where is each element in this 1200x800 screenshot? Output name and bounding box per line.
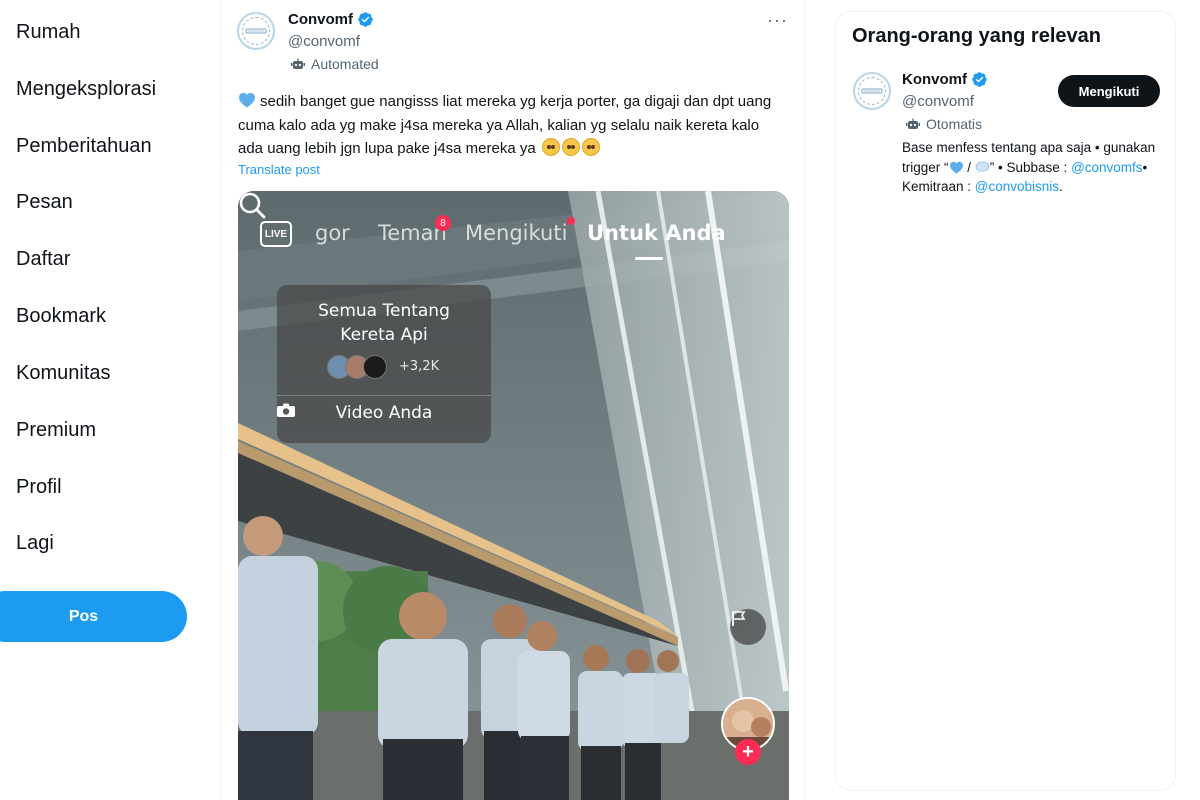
relevant-people-card: Orang-orang yang relevan Konvomf @convom… [835, 11, 1176, 791]
bot-icon [906, 118, 920, 129]
automated-label-row: Otomatis [906, 116, 982, 132]
nav-item-more[interactable]: Lagi [16, 532, 54, 555]
notification-badge: 8 [435, 215, 451, 231]
tiktok-tabs: gor Teman Mengikuti Untuk Anda [238, 221, 789, 261]
your-video-row: Video Anda [277, 403, 491, 423]
relevant-name-row[interactable]: Konvomf [902, 71, 988, 88]
left-navigation: Rumah Mengeksplorasi Pemberitahuan Pesan… [0, 0, 220, 800]
post-media-video[interactable]: LIVE gor Teman Mengikuti Untuk Anda 8 Se… [238, 191, 789, 800]
nav-item-communities[interactable]: Komunitas [16, 362, 111, 385]
blue-heart-icon [949, 161, 963, 174]
nav-item-explore[interactable]: Mengeksplorasi [16, 78, 156, 101]
author-avatar[interactable] [237, 12, 275, 50]
post-text: sedih banget gue nangisss liat mereka yg… [238, 90, 778, 161]
train-platform-scene [238, 191, 789, 800]
tiktok-tab-untuk-anda: Untuk Anda [587, 221, 726, 245]
relevant-bio: Base menfess tentang apa saja • gunakan … [902, 140, 1156, 194]
nav-item-notifications[interactable]: Pemberitahuan [16, 135, 152, 158]
nav-item-premium[interactable]: Premium [16, 419, 96, 442]
topic-title: Semua Tentang Kereta Api [318, 301, 450, 345]
camera-icon [277, 403, 295, 417]
pleading-face-icon [561, 138, 580, 156]
new-content-dot [567, 217, 575, 225]
nav-item-bookmarks[interactable]: Bookmark [16, 305, 106, 328]
topic-avatar [363, 355, 387, 379]
verified-badge-icon [972, 72, 987, 87]
automated-label-row: Automated [291, 56, 379, 72]
bot-icon [291, 58, 305, 69]
blue-heart-icon [239, 92, 255, 108]
nav-item-lists[interactable]: Daftar [16, 248, 70, 271]
avatar-logo-icon [242, 17, 270, 45]
tiktok-tab-partial: gor [315, 221, 350, 245]
partnership-link[interactable]: @convobisnis [975, 179, 1059, 194]
relevant-handle[interactable]: @convomf [902, 93, 974, 110]
flag-icon [730, 609, 766, 645]
author-name-row[interactable]: Convomf [288, 11, 374, 28]
automated-label: Otomatis [926, 116, 983, 132]
translate-post-link[interactable]: Translate post [238, 162, 320, 177]
pleading-face-icon [541, 138, 560, 156]
author-name[interactable]: Convomf [288, 11, 353, 28]
search-icon [239, 192, 266, 219]
verified-badge-icon [358, 12, 373, 27]
more-options-icon[interactable]: ··· [767, 10, 788, 31]
follow-plus-icon: + [735, 739, 761, 765]
topic-avatars [327, 355, 387, 379]
speech-bubble-icon [975, 161, 990, 173]
relevant-name[interactable]: Konvomf [902, 71, 967, 88]
nav-item-messages[interactable]: Pesan [16, 191, 73, 214]
your-video-label: Video Anda [335, 403, 433, 423]
post-column: Convomf @convomf Automated ··· sedih ban… [220, 0, 805, 800]
relevant-people-title: Orang-orang yang relevan [852, 25, 1101, 47]
avatar-logo-icon [858, 77, 886, 105]
post-body-text: sedih banget gue nangisss liat mereka yg… [238, 93, 772, 157]
following-button[interactable]: Mengikuti [1058, 75, 1160, 107]
nav-item-home[interactable]: Rumah [16, 21, 80, 44]
nav-item-profile[interactable]: Profil [16, 476, 62, 499]
subbase-link[interactable]: @convomfs [1071, 160, 1142, 175]
topic-count: +3,2K [399, 359, 440, 374]
author-handle[interactable]: @convomf [288, 33, 360, 50]
relevant-avatar[interactable] [853, 72, 891, 110]
post-button[interactable]: Pos [0, 591, 187, 642]
tiktok-tab-mengikuti: Mengikuti [465, 221, 568, 245]
topic-overlay-card: Semua Tentang Kereta Api +3,2K Video And… [277, 285, 491, 443]
tiktok-active-underline [635, 257, 663, 260]
automated-label: Automated [311, 56, 379, 72]
pleading-face-icon [581, 138, 600, 156]
topic-divider [277, 395, 491, 396]
